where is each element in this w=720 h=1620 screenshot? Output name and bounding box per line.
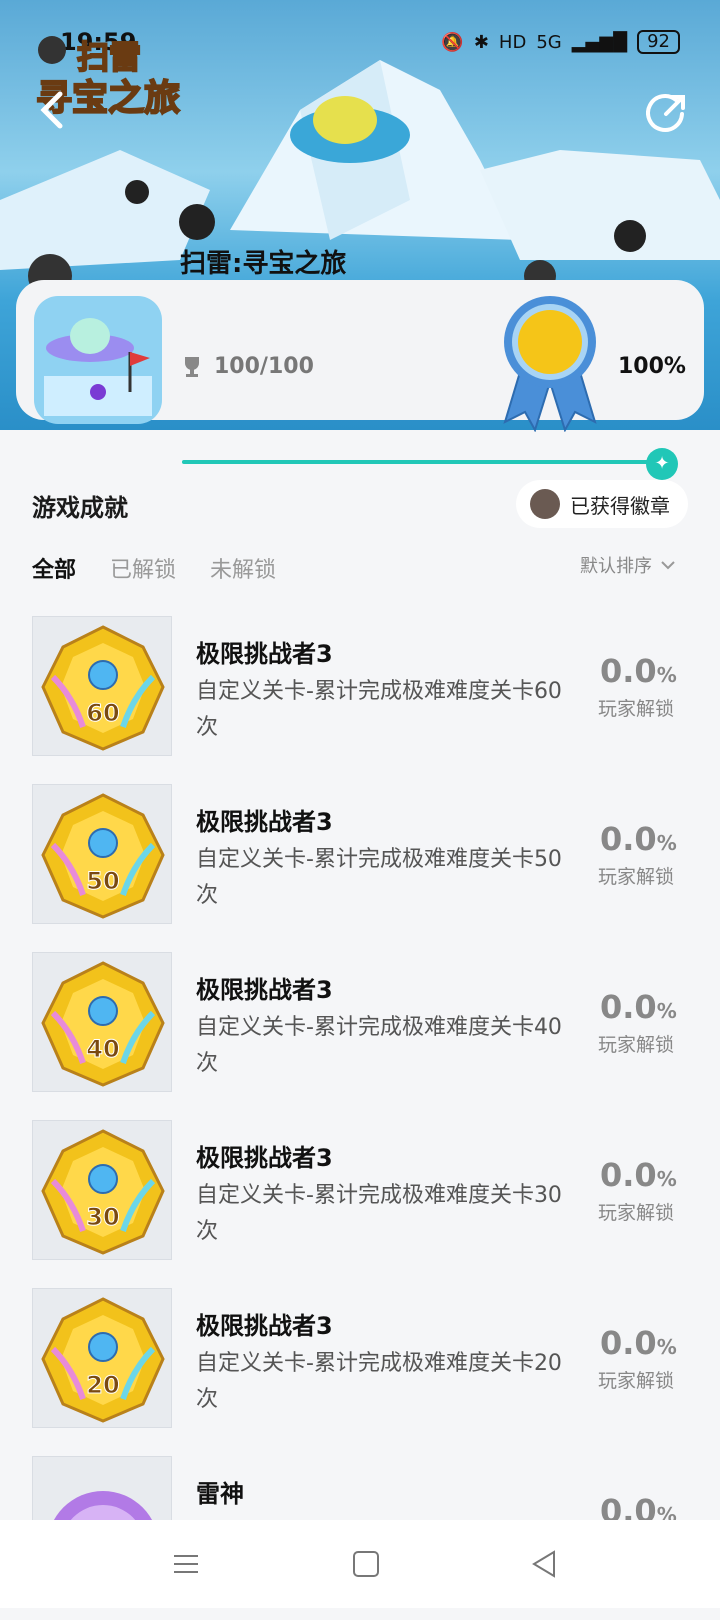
game-title: 扫雷:寻宝之旅	[180, 249, 347, 279]
achievement-badge: 50	[32, 784, 172, 924]
progress-fill	[182, 460, 660, 464]
achievement-item[interactable]: 40 极限挑战者3 自定义关卡-累计完成极难难度关卡40次 0.0% 玩家解锁	[0, 948, 720, 1116]
sparkle-icon: ✦	[646, 448, 678, 480]
achievement-badge: 60	[32, 616, 172, 756]
unlock-rate-value: 0.0	[600, 652, 657, 690]
tab-locked[interactable]: 未解锁	[210, 552, 276, 584]
achievement-title: 极限挑战者3	[196, 976, 333, 1004]
battery-level: 92	[637, 30, 680, 54]
signal-icon: ▂▄▆█	[571, 31, 628, 53]
achievement-badge: 40	[32, 952, 172, 1092]
home-icon[interactable]	[346, 1544, 386, 1584]
status-icons: 🔕 ✱ HD 5G ▂▄▆█ 92	[441, 30, 680, 54]
achievement-desc: 自定义关卡-累计完成极难难度关卡30次	[196, 1183, 562, 1244]
section-title: 游戏成就	[32, 494, 128, 522]
unlock-rate-unit: %	[656, 1335, 677, 1359]
achievement-desc: 自定义关卡-累计完成极难难度关卡50次	[196, 847, 562, 908]
achievement-title: 雷神	[196, 1480, 244, 1508]
unlock-rate-label: 玩家解锁	[598, 1370, 675, 1392]
achievement-score: 100/100	[214, 354, 314, 379]
sort-label: 默认排序	[580, 556, 652, 577]
badge-number: 40	[86, 1035, 119, 1063]
bluetooth-icon: ✱	[473, 31, 489, 53]
unlock-rate-value: 0.0	[600, 1156, 657, 1194]
unlock-rate-unit: %	[656, 831, 677, 855]
achievement-desc: 自定义关卡-累计完成极难难度关卡60次	[196, 679, 562, 740]
achievement-item[interactable]: 20 极限挑战者3 自定义关卡-累计完成极难难度关卡20次 0.0% 玩家解锁	[0, 1284, 720, 1452]
achievement-badge: 30	[32, 1120, 172, 1260]
badge-number: 20	[86, 1371, 119, 1399]
filter-tabs: 全部 已解锁 未解锁	[32, 552, 276, 584]
unlock-rate: 0.0%	[600, 820, 677, 858]
system-nav-bar	[0, 1520, 720, 1608]
unlock-rate-label: 玩家解锁	[598, 1202, 675, 1224]
achievement-item[interactable]: 60 极限挑战者3 自定义关卡-累计完成极难难度关卡60次 0.0% 玩家解锁	[0, 612, 720, 780]
unlock-rate: 0.0%	[600, 1324, 677, 1362]
tab-unlocked[interactable]: 已解锁	[110, 552, 176, 584]
unlock-rate-label: 玩家解锁	[598, 866, 675, 888]
unlock-rate: 0.0%	[600, 988, 677, 1026]
unlock-rate-unit: %	[656, 1167, 677, 1191]
tab-all[interactable]: 全部	[32, 552, 76, 584]
achievement-desc: 自定义关卡-累计完成极难难度关卡40次	[196, 1015, 562, 1076]
unlock-rate-value: 0.0	[600, 1324, 657, 1362]
share-icon[interactable]	[646, 92, 688, 134]
badge-number: 50	[86, 867, 119, 895]
unlock-rate: 0.0%	[600, 652, 677, 690]
svg-text:扫雷: 扫雷	[77, 38, 141, 76]
medal-icon	[503, 296, 597, 432]
hd-icon: HD	[498, 31, 527, 53]
network-label: 5G	[536, 31, 562, 53]
unlock-rate-value: 0.0	[600, 988, 657, 1026]
achievement-title: 极限挑战者3	[196, 640, 333, 668]
unlock-rate-value: 0.0	[600, 820, 657, 858]
badge-number: 30	[86, 1203, 119, 1231]
back-icon[interactable]	[34, 90, 70, 130]
mute-icon: 🔕	[441, 31, 464, 53]
unlock-rate-label: 玩家解锁	[598, 698, 675, 720]
earned-badges-label: 已获得徽章	[570, 493, 670, 518]
challenger-badge-icon: 20	[41, 1297, 165, 1423]
unlock-rate-label: 玩家解锁	[598, 1034, 675, 1056]
badge-number: 60	[86, 699, 119, 727]
achievement-percent: 100%	[618, 354, 686, 379]
challenger-badge-icon: 30	[41, 1129, 165, 1255]
trophy-icon	[185, 357, 199, 377]
unlock-rate: 0.0%	[600, 1156, 677, 1194]
achievement-desc: 自定义关卡-累计完成极难难度关卡20次	[196, 1351, 562, 1412]
achievement-item[interactable]: 50 极限挑战者3 自定义关卡-累计完成极难难度关卡50次 0.0% 玩家解锁	[0, 780, 720, 948]
challenger-badge-icon: 50	[41, 793, 165, 919]
challenger-badge-icon: 40	[41, 961, 165, 1087]
app-icon	[34, 296, 162, 424]
achievement-title: 极限挑战者3	[196, 1144, 333, 1172]
back-nav-icon[interactable]	[524, 1544, 564, 1584]
achievement-item[interactable]: 30 极限挑战者3 自定义关卡-累计完成极难难度关卡30次 0.0% 玩家解锁	[0, 1116, 720, 1284]
achievement-title: 极限挑战者3	[196, 808, 333, 836]
chevron-down-icon	[661, 561, 675, 570]
achievement-list: 60 极限挑战者3 自定义关卡-累计完成极难难度关卡60次 0.0% 玩家解锁 …	[0, 612, 720, 1620]
unlock-rate-unit: %	[656, 999, 677, 1023]
challenger-badge-icon: 60	[41, 625, 165, 751]
achievement-badge: 20	[32, 1288, 172, 1428]
unlock-rate-unit: %	[656, 663, 677, 687]
avatar	[530, 489, 560, 519]
menu-icon[interactable]	[166, 1544, 206, 1584]
earned-badges-button[interactable]: 已获得徽章	[516, 480, 688, 528]
sort-dropdown[interactable]: 默认排序	[580, 552, 676, 578]
achievement-title: 极限挑战者3	[196, 1312, 333, 1340]
progress-bar	[182, 460, 660, 464]
